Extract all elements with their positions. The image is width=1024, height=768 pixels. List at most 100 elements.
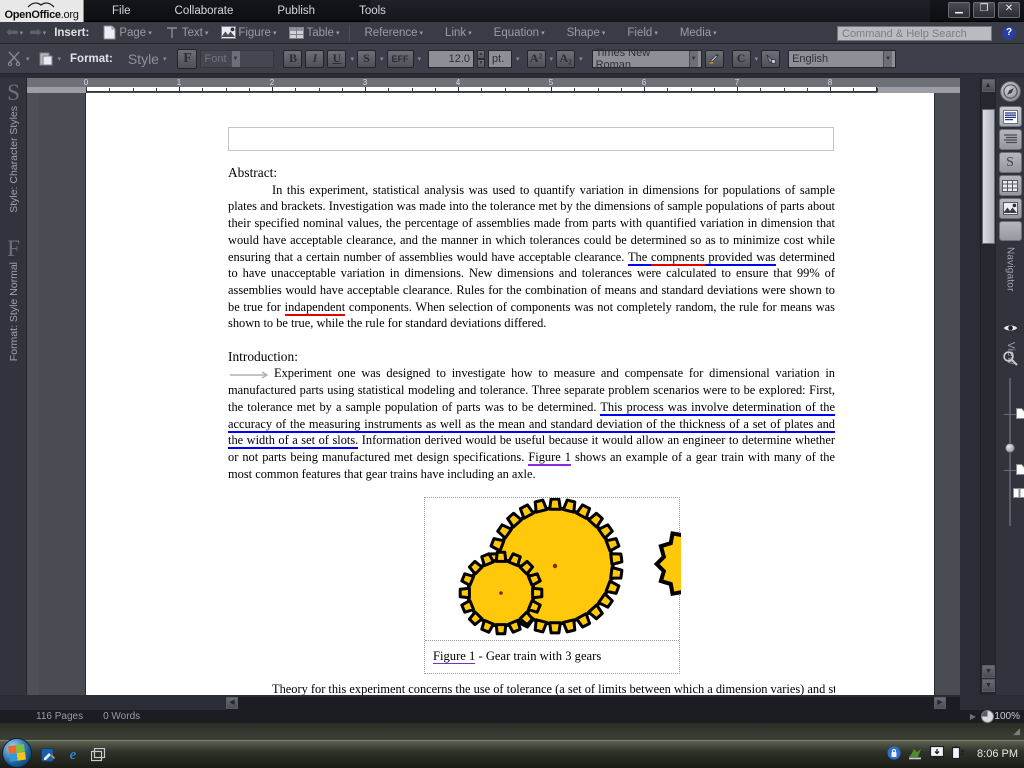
vertical-scrollbar[interactable]: ▲ ▼ ▼	[980, 78, 995, 695]
minimize-button[interactable]: ▁	[948, 2, 970, 18]
ruler-tick-minor	[341, 88, 343, 92]
document-text-body[interactable]: Abstract: In this experiment, statistica…	[228, 165, 835, 482]
char-color-button[interactable]: C	[731, 49, 751, 68]
scroll-right-button[interactable]: ▶	[934, 697, 946, 709]
empty-text-frame[interactable]	[228, 127, 834, 151]
search-input[interactable]: Command & Help Search	[837, 26, 992, 41]
nav-back-caret-icon[interactable]: ▾	[20, 29, 24, 37]
monitor-icon[interactable]	[929, 745, 945, 762]
language-combo[interactable]: English ▼	[788, 49, 897, 68]
menu-tools[interactable]: Tools	[337, 0, 408, 22]
start-button[interactable]	[2, 738, 32, 768]
gear-train-image[interactable]	[425, 498, 681, 642]
strikethrough-caret-icon[interactable]: ▾	[380, 55, 384, 63]
blank-panel-icon[interactable]	[998, 221, 1022, 241]
nav-forward-caret-icon[interactable]: ▾	[43, 29, 47, 37]
insert-field-button[interactable]: Field ▾	[611, 23, 663, 43]
cut-caret-icon[interactable]: ▾	[26, 55, 30, 63]
figure-1-link[interactable]: Figure 1	[528, 449, 571, 466]
cut-icon[interactable]	[6, 51, 22, 67]
book-view-icon[interactable]	[1013, 488, 1024, 501]
scroll-down-button[interactable]: ▼	[982, 665, 995, 678]
editor-icon[interactable]	[40, 747, 56, 763]
superscript-caret-icon[interactable]: ▾	[550, 55, 554, 63]
subscript-caret-icon[interactable]: ▾	[579, 55, 583, 63]
document-page[interactable]: Abstract: In this experiment, statistica…	[86, 93, 934, 695]
insert-page-button[interactable]: Page ▾	[95, 23, 157, 43]
resize-grip-right[interactable]: ◢	[1013, 726, 1020, 737]
strikethrough-button[interactable]: S	[357, 49, 376, 68]
menu-file[interactable]: File	[90, 0, 153, 22]
fill-color-icon[interactable]	[761, 49, 781, 68]
zoom-level[interactable]: 100%	[994, 711, 1020, 722]
figure-caption-link[interactable]: Figure 1	[433, 649, 476, 664]
subscript-button[interactable]: A₂	[556, 49, 576, 68]
document-canvas[interactable]: Abstract: In this experiment, statistica…	[39, 93, 960, 695]
close-button[interactable]: ✕	[998, 2, 1020, 18]
battery-icon[interactable]	[951, 746, 966, 762]
show-desktop-icon[interactable]	[90, 747, 106, 763]
insert-reference-button[interactable]: Reference ▾	[354, 23, 429, 43]
styles-s-icon[interactable]: S	[998, 152, 1022, 173]
paragraph-align-icon[interactable]	[998, 129, 1022, 150]
lock-icon[interactable]	[887, 746, 901, 762]
highlighter-icon[interactable]	[704, 49, 724, 68]
insert-figure-button[interactable]: Figure ▾	[214, 23, 282, 43]
bold-button[interactable]: B	[283, 49, 303, 68]
insert-shape-button[interactable]: Shape ▾	[551, 23, 612, 43]
gallery-image-icon[interactable]	[998, 198, 1022, 219]
unit-caret-icon[interactable]: ▾	[516, 55, 520, 63]
insert-equation-button[interactable]: Equation ▾	[478, 23, 551, 43]
figure-frame[interactable]: Figure 1 - Gear train with 3 gears	[424, 497, 681, 674]
clipboard-icon[interactable]	[38, 51, 54, 67]
zoom-pie-icon[interactable]	[981, 710, 994, 723]
superscript-button[interactable]: A²	[526, 49, 546, 68]
font-name-icon[interactable]: F	[177, 48, 198, 69]
internet-explorer-icon[interactable]: e	[65, 747, 81, 763]
scroll-up-button[interactable]: ▲	[981, 79, 995, 92]
insert-text-button[interactable]: Text ▾	[158, 23, 215, 43]
underline-caret-icon[interactable]: ▾	[350, 55, 354, 63]
underline-button[interactable]: U	[327, 49, 347, 68]
table-grid-icon[interactable]	[998, 175, 1022, 196]
zoom-slider-handle[interactable]	[1005, 443, 1015, 453]
compass-icon[interactable]	[999, 81, 1021, 102]
sidebar-group-format[interactable]: F Format: Style Normal	[0, 236, 27, 361]
vertical-scroll-thumb[interactable]	[982, 109, 995, 244]
vertical-ruler[interactable]	[27, 93, 39, 695]
openoffice-logo[interactable]: OpenOffice.org	[0, 0, 84, 22]
network-icon[interactable]	[908, 747, 923, 762]
font-size-input[interactable]: 12.0	[428, 49, 475, 68]
scroll-left-button[interactable]: ◀	[226, 697, 238, 709]
horizontal-ruler[interactable]: 0 1 2 3 4 5 6 7 8	[27, 78, 960, 93]
single-page-icon[interactable]	[1016, 408, 1024, 422]
sidebar-group-style[interactable]: S Style: Character Styles	[0, 80, 27, 213]
italic-button[interactable]: I	[305, 49, 325, 68]
horizontal-scrollbar[interactable]: ◀ ▶	[226, 697, 960, 710]
effects-caret-icon[interactable]: ▾	[418, 55, 422, 63]
insert-link-button[interactable]: Link ▾	[429, 23, 478, 43]
style-dropdown[interactable]: Style	[128, 51, 159, 67]
insert-table-button[interactable]: Table ▾	[282, 23, 345, 43]
font-placeholder-combo[interactable]: Font ▼	[200, 49, 275, 68]
maximize-button[interactable]: ❐	[973, 2, 995, 18]
font-family-combo[interactable]: Times New Roman ▼	[591, 47, 702, 71]
two-page-icon[interactable]	[1016, 464, 1024, 478]
magnifier-icon[interactable]	[1002, 350, 1018, 366]
paste-caret-icon[interactable]: ▾	[58, 55, 62, 63]
clock[interactable]: 8:06 PM	[977, 748, 1018, 760]
nav-back-icon[interactable]: ⬅	[6, 25, 19, 40]
font-size-stepper[interactable]: ▲ ▼	[477, 49, 486, 68]
menu-publish[interactable]: Publish	[255, 0, 337, 22]
insert-media-button[interactable]: Media ▾	[664, 23, 723, 43]
status-expand-arrow-icon[interactable]: ▶	[970, 712, 976, 721]
menu-collaborate[interactable]: Collaborate	[153, 0, 256, 22]
effects-button[interactable]: EFF	[386, 49, 414, 68]
scroll-next-page-button[interactable]: ▼	[982, 679, 995, 692]
nav-forward-icon[interactable]: ➡	[29, 25, 42, 40]
help-button[interactable]: ?	[1002, 26, 1016, 40]
style-caret-icon[interactable]: ▾	[163, 55, 167, 63]
document-lines-icon[interactable]	[998, 106, 1022, 127]
font-size-unit[interactable]: pt.	[488, 49, 513, 68]
char-color-caret-icon[interactable]: ▾	[755, 55, 759, 63]
